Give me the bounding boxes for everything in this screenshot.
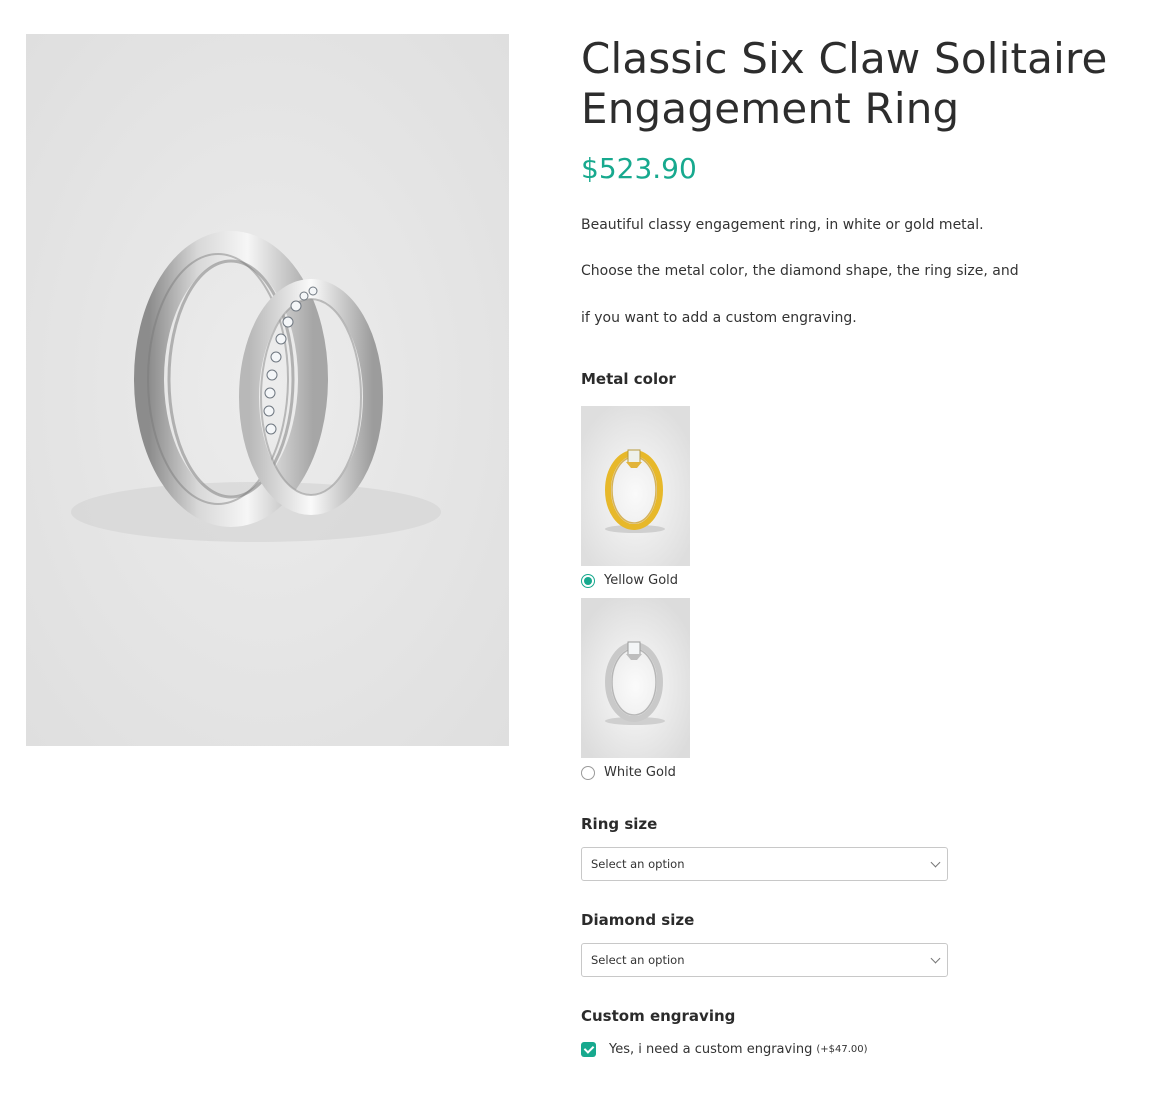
white-gold-radio-option[interactable]: White Gold [581, 765, 676, 780]
custom-engraving-checkbox[interactable] [581, 1042, 596, 1057]
product-details: Classic Six Claw Solitaire Engagement Ri… [581, 34, 1141, 1057]
custom-engraving-label: Custom engraving [581, 1007, 736, 1025]
custom-engraving-option-label: Yes, i need a custom engraving [609, 1042, 813, 1057]
product-title: Classic Six Claw Solitaire Engagement Ri… [581, 34, 1141, 134]
white-gold-radio[interactable] [581, 765, 595, 780]
product-main-image[interactable] [26, 34, 509, 746]
ring-size-select[interactable]: Select an option [581, 847, 948, 881]
yellow-gold-swatch-image[interactable] [581, 406, 690, 566]
chevron-down-icon [930, 953, 941, 964]
diamond-size-select[interactable]: Select an option [581, 943, 948, 977]
metal-color-label: Metal color [581, 370, 676, 388]
ring-size-label: Ring size [581, 815, 658, 833]
product-title-line-1: Classic Six Claw Solitaire [581, 34, 1108, 83]
diamond-size-select-value: Select an option [591, 953, 685, 967]
white-gold-label: White Gold [604, 765, 676, 780]
product-description-line: if you want to add a custom engraving. [581, 310, 857, 326]
diamond-size-label: Diamond size [581, 911, 695, 929]
yellow-gold-radio[interactable] [581, 573, 595, 588]
white-gold-swatch-image[interactable] [581, 598, 690, 758]
yellow-gold-radio-option[interactable]: Yellow Gold [581, 573, 678, 588]
product-description-line: Choose the metal color, the diamond shap… [581, 263, 1019, 279]
yellow-gold-label: Yellow Gold [604, 573, 679, 588]
ring-size-select-value: Select an option [591, 857, 685, 871]
product-title-line-2: Engagement Ring [581, 84, 960, 133]
chevron-down-icon [930, 857, 941, 868]
custom-engraving-addon-price: (+$47.00) [816, 1044, 868, 1055]
product-price: $523.90 [581, 152, 697, 185]
custom-engraving-option[interactable]: Yes, i need a custom engraving (+$47.00) [581, 1042, 868, 1057]
product-description-line: Beautiful classy engagement ring, in whi… [581, 217, 984, 233]
